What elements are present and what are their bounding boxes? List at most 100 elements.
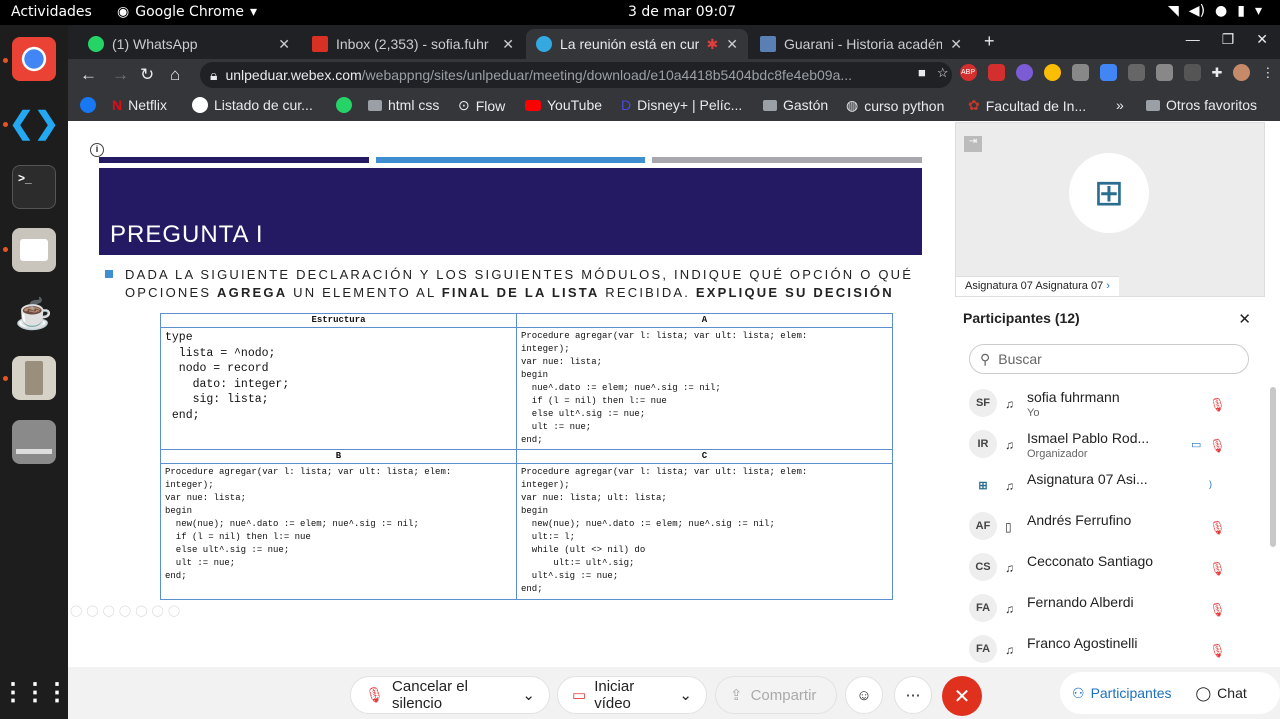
system-tray[interactable]: ◥ ◀) ● ▮ ▾ bbox=[1168, 3, 1262, 19]
running-indicator bbox=[3, 58, 8, 63]
extension-icon[interactable] bbox=[1127, 64, 1145, 81]
participant-row[interactable]: SF ♫ sofia fuhrmann Yo 🎙︎ bbox=[969, 387, 1259, 423]
more-bookmarks-icon[interactable]: » bbox=[1116, 97, 1124, 113]
terminal-dock-icon[interactable]: >_ bbox=[12, 165, 56, 209]
close-icon[interactable]: ✕ bbox=[502, 36, 514, 53]
drive-dock-icon[interactable] bbox=[12, 420, 56, 464]
extension-icon[interactable] bbox=[1015, 64, 1033, 81]
reactions-button[interactable]: ☺ bbox=[845, 676, 883, 714]
video-tile: ⇥ ⊞ Asignatura 07 Asignatura 07 › bbox=[955, 122, 1265, 297]
chrome-dock-icon[interactable] bbox=[12, 37, 56, 81]
mic-muted-icon[interactable]: 🎙︎ bbox=[1209, 643, 1226, 659]
app-menu[interactable]: ◉ Google Chrome ▾ bbox=[117, 4, 257, 20]
bookmark-netflix[interactable]: N Netflix bbox=[112, 97, 167, 113]
participant-name: Andrés Ferrufino bbox=[1027, 512, 1132, 528]
bookmark-listado[interactable]: Listado de cur... bbox=[192, 97, 313, 113]
participants-panel-button[interactable]: ⚇ Participantes bbox=[1060, 685, 1184, 702]
bookmark-youtube[interactable]: YouTube bbox=[525, 97, 602, 113]
mic-muted-icon[interactable]: 🎙︎ bbox=[1209, 438, 1226, 454]
bookmark-gaston[interactable]: Gastón bbox=[763, 97, 828, 113]
mic-muted-icon[interactable]: 🎙︎ bbox=[1209, 520, 1226, 536]
guarani-icon bbox=[760, 36, 776, 52]
close-icon[interactable]: ✕ bbox=[950, 36, 962, 53]
participant-row[interactable]: ⊞ ♫ Asignatura 07 Asi...) bbox=[969, 469, 1259, 505]
more-options-button[interactable]: ⋯ bbox=[894, 676, 932, 714]
url-path: /webappng/sites/unlpeduar/meeting/downlo… bbox=[361, 67, 853, 83]
extension-icon[interactable] bbox=[1155, 64, 1173, 81]
audio-level-icon: ) bbox=[1209, 479, 1212, 489]
collapse-icon[interactable]: ⇥ bbox=[964, 136, 982, 152]
address-bar[interactable]: 🔒︎ unlpeduar.webex.com/webappng/sites/unl… bbox=[200, 62, 952, 88]
mic-muted-icon[interactable]: 🎙︎ bbox=[1209, 561, 1226, 577]
extension-icon[interactable] bbox=[1183, 64, 1201, 81]
chevron-down-icon[interactable]: ⌄ bbox=[522, 686, 535, 704]
camera-blocked-icon[interactable]: ■ bbox=[918, 65, 926, 80]
participant-row[interactable]: IR ♫ Ismael Pablo Rod... Organizador ▭ 🎙︎ bbox=[969, 428, 1259, 464]
participant-row[interactable]: FA ♫ Franco Agostinelli 🎙︎ bbox=[969, 633, 1259, 669]
archive-dock-icon[interactable] bbox=[12, 356, 56, 400]
teapot-dock-icon[interactable]: ☕ bbox=[12, 292, 56, 336]
bookmark-html-css[interactable]: html css bbox=[368, 97, 439, 113]
unmute-button[interactable]: 🎙︎ Cancelar el silencio ⌄ bbox=[350, 676, 550, 714]
participant-name: Ismael Pablo Rod... bbox=[1027, 430, 1150, 446]
forward-icon[interactable]: → bbox=[112, 65, 129, 85]
mic-muted-icon[interactable]: 🎙︎ bbox=[1209, 397, 1226, 413]
scrollbar[interactable] bbox=[1270, 387, 1276, 547]
vscode-dock-icon[interactable]: ❮❯ bbox=[9, 101, 59, 145]
extension-icon[interactable] bbox=[1071, 64, 1089, 81]
annotation-toolbar[interactable]: ◯◯◯◯◯◯◯ bbox=[70, 604, 184, 617]
whatsapp-icon bbox=[336, 97, 352, 113]
share-button[interactable]: ⇪ Compartir bbox=[715, 676, 837, 714]
home-icon[interactable]: ⌂ bbox=[170, 65, 180, 85]
start-video-button[interactable]: ▭ Iniciar vídeo ⌄ bbox=[557, 676, 707, 714]
bookmark-curso-python[interactable]: ◍ curso python bbox=[846, 97, 944, 114]
menu-kebab-icon[interactable]: ⋮ bbox=[1261, 65, 1274, 81]
chevron-down-icon[interactable]: ⌄ bbox=[679, 686, 692, 704]
bookmark-disney[interactable]: D Disney+ | Pelíc... bbox=[621, 97, 742, 113]
participant-row[interactable]: CS ♫ Cecconato Santiago 🎙︎ bbox=[969, 551, 1259, 587]
bookmark-flow[interactable]: ⊙ Flow bbox=[458, 97, 505, 114]
slide-banner: PREGUNTA I bbox=[99, 168, 922, 255]
close-icon[interactable]: ✕ bbox=[278, 36, 290, 53]
facultad-icon: ✿ bbox=[968, 97, 980, 113]
minimize-icon[interactable]: — bbox=[1186, 31, 1200, 48]
search-input[interactable]: ⚲ Buscar bbox=[969, 344, 1249, 374]
translate-icon[interactable] bbox=[1099, 64, 1117, 81]
bookmark-whatsapp[interactable] bbox=[336, 97, 352, 113]
avatar[interactable] bbox=[1233, 64, 1251, 81]
maximize-icon[interactable]: ❐ bbox=[1222, 31, 1235, 48]
toolbar: ← → ↻ ⌂ 🔒︎ unlpeduar.webex.com/webappng/s… bbox=[68, 59, 1280, 91]
tab-webex[interactable]: La reunión está en curso ✱ ✕ bbox=[526, 29, 748, 59]
participant-row[interactable]: FA ♫ Fernando Alberdi 🎙︎ bbox=[969, 592, 1259, 628]
search-placeholder: Buscar bbox=[998, 351, 1042, 367]
activities-button[interactable]: Actividades bbox=[11, 4, 92, 20]
puzzle-icon[interactable]: ✚ bbox=[1212, 65, 1223, 81]
leave-meeting-button[interactable]: ✕ bbox=[942, 676, 982, 716]
back-icon[interactable]: ← bbox=[80, 65, 97, 85]
mic-muted-icon[interactable]: 🎙︎ bbox=[1209, 602, 1226, 618]
running-indicator bbox=[3, 376, 8, 381]
star-icon[interactable]: ☆ bbox=[937, 65, 949, 81]
tab-whatsapp[interactable]: (1) WhatsApp ✕ bbox=[78, 29, 300, 59]
reload-icon[interactable]: ↻ bbox=[140, 65, 154, 85]
participant-row[interactable]: AF ▯ Andrés Ferrufino 🎙︎ bbox=[969, 510, 1259, 546]
show-apps-grid-icon[interactable]: ⋮⋮⋮ bbox=[1, 670, 69, 714]
extension-icon[interactable] bbox=[987, 64, 1005, 81]
files-dock-icon[interactable] bbox=[12, 228, 56, 272]
close-icon[interactable]: ✕ bbox=[1238, 310, 1251, 328]
close-window-icon[interactable]: ✕ bbox=[1256, 31, 1268, 48]
bookmark-facultad[interactable]: ✿ Facultad de In... bbox=[968, 97, 1086, 114]
participants-label: Participantes bbox=[1090, 685, 1172, 701]
new-tab-button[interactable]: + bbox=[984, 31, 995, 52]
tab-gmail[interactable]: Inbox (2,353) - sofia.fuhr ✕ bbox=[302, 29, 524, 59]
chat-icon: ◯ bbox=[1195, 684, 1212, 701]
chat-button[interactable]: ◯ Chat bbox=[1184, 685, 1259, 702]
adblock-icon[interactable]: ABP bbox=[959, 64, 977, 81]
clock[interactable]: 3 de mar 09:07 bbox=[628, 4, 736, 20]
bookmark-otros-favoritos[interactable]: Otros favoritos bbox=[1146, 97, 1257, 113]
tab-guarani[interactable]: Guarani - Historia académica ✕ bbox=[750, 29, 972, 59]
info-icon[interactable]: i bbox=[90, 143, 104, 157]
close-icon[interactable]: ✕ bbox=[726, 36, 738, 53]
extension-icon[interactable] bbox=[1043, 64, 1061, 81]
facebook-icon[interactable] bbox=[80, 97, 96, 113]
